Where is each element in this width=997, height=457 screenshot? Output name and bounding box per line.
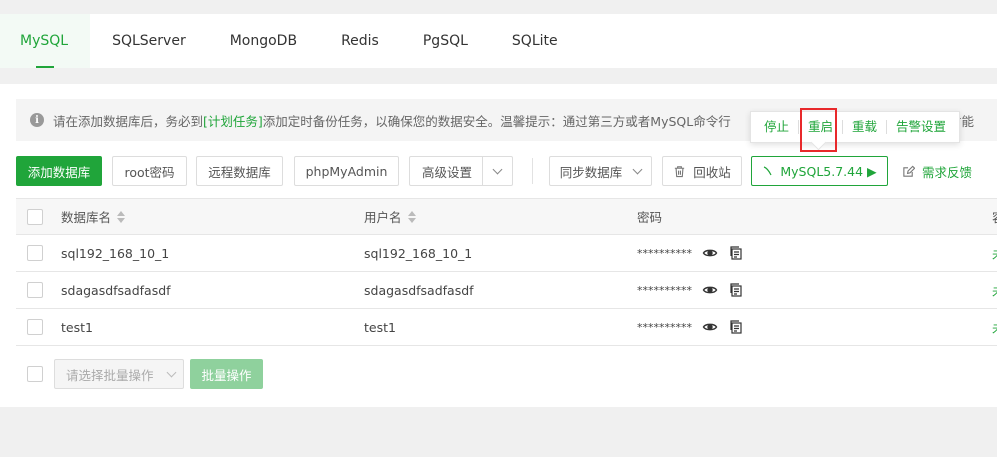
eye-icon[interactable] — [702, 245, 718, 261]
password-cell: ********** — [637, 235, 754, 271]
advanced-settings-label: 高级设置 — [422, 164, 473, 180]
column-user-name-label: 用户名 — [364, 210, 402, 225]
remote-database-button[interactable]: 远程数据库 — [196, 156, 283, 186]
column-password: 密码 — [637, 210, 663, 225]
mysql-version-button[interactable]: MySQL5.7.44 ▶ — [751, 156, 888, 186]
column-db-name-label: 数据库名 — [61, 210, 112, 225]
batch-operations: 请选择批量操作 批量操作 — [16, 359, 416, 389]
row-checkbox[interactable] — [27, 235, 43, 271]
batch-operation-placeholder: 请选择批量操作 — [66, 367, 154, 383]
mysql-service-popover: 停止 重启 重载 告警设置 — [750, 111, 961, 143]
sort-icon[interactable] — [407, 210, 416, 223]
add-database-button[interactable]: 添加数据库 — [16, 156, 102, 186]
table-header: 数据库名 用户名 密码 容 — [16, 199, 997, 235]
tab-redis[interactable]: Redis — [319, 14, 401, 68]
batch-operation-button[interactable]: 批量操作 — [190, 359, 263, 389]
table-row: sql192_168_10_1 sql192_168_10_1 ********… — [16, 235, 997, 272]
password-mask: ********** — [637, 320, 692, 334]
select-all-checkbox[interactable] — [27, 199, 43, 234]
table-row: sdagasdfsadfasdf sdagasdfsadfasdf ******… — [16, 272, 997, 309]
column-user-name[interactable]: 用户名 — [364, 199, 416, 234]
chevron-down-icon — [159, 360, 183, 388]
advanced-settings-dropdown[interactable]: 高级设置 — [409, 156, 513, 186]
extra-cell[interactable]: 未 — [992, 309, 997, 345]
batch-operation-select[interactable]: 请选择批量操作 — [54, 359, 184, 389]
user-name-cell: test1 — [364, 319, 396, 335]
row-checkbox[interactable] — [27, 309, 43, 345]
mysql-version-label: MySQL5.7.44 ▶ — [780, 163, 877, 179]
password-cell: ********** — [637, 272, 754, 308]
column-extra: 容 — [992, 199, 997, 234]
password-mask: ********** — [637, 283, 692, 297]
notice-text-after: 添加定时备份任务，以确保您的数据安全。温馨提示：通过第三方或者MySQL命令行 — [262, 113, 731, 129]
copy-icon[interactable] — [728, 319, 744, 335]
toolbar: 添加数据库 root密码 远程数据库 phpMyAdmin 高级设置 同步数据库… — [16, 156, 997, 186]
recycle-bin-label: 回收站 — [693, 164, 731, 180]
sync-database-dropdown[interactable]: 同步数据库 — [549, 156, 652, 186]
restart-button[interactable]: 重启 — [799, 119, 842, 135]
chevron-down-icon — [632, 164, 643, 174]
db-name-cell: sdagasdfsadfasdf — [61, 282, 171, 298]
tab-mysql[interactable]: MySQL — [0, 14, 91, 68]
feedback-link[interactable]: 需求反馈 — [902, 156, 972, 186]
extra-cell[interactable]: 未 — [992, 235, 997, 271]
recycle-bin-button[interactable]: 回收站 — [662, 156, 742, 186]
stop-button[interactable]: 停止 — [755, 119, 798, 135]
phpmyadmin-button[interactable]: phpMyAdmin — [294, 156, 399, 186]
root-password-button[interactable]: root密码 — [112, 156, 187, 186]
password-mask: ********** — [637, 246, 692, 260]
column-db-name[interactable]: 数据库名 — [61, 199, 126, 234]
table-row: test1 test1 ********** 未 — [16, 309, 997, 346]
eye-icon[interactable] — [702, 282, 718, 298]
trash-icon — [675, 165, 685, 177]
db-name-cell: test1 — [61, 319, 93, 335]
copy-icon[interactable] — [728, 245, 744, 261]
db-type-tabs: MySQL SQLServer MongoDB Redis PgSQL SQLi… — [0, 14, 997, 68]
database-table: 数据库名 用户名 密码 容 sql192_168_10_1 sql192_168… — [16, 198, 997, 346]
tab-sqlite[interactable]: SQLite — [490, 14, 580, 68]
user-name-cell: sql192_168_10_1 — [364, 245, 473, 261]
tab-sqlserver[interactable]: SQLServer — [90, 14, 208, 68]
feedback-label: 需求反馈 — [922, 164, 973, 180]
chevron-down-icon[interactable] — [482, 157, 512, 185]
db-name-cell: sql192_168_10_1 — [61, 245, 170, 261]
copy-icon[interactable] — [728, 282, 744, 298]
edit-icon — [903, 165, 915, 177]
sort-icon[interactable] — [117, 210, 126, 223]
user-name-cell: sdagasdfsadfasdf — [364, 282, 474, 298]
alert-settings-button[interactable]: 告警设置 — [887, 119, 955, 135]
password-cell: ********** — [637, 309, 754, 345]
row-checkbox[interactable] — [27, 272, 43, 308]
mysql-icon — [764, 166, 772, 176]
extra-cell[interactable]: 未 — [992, 272, 997, 308]
sync-database-label: 同步数据库 — [559, 164, 623, 180]
notice-text-before: 请在添加数据库后，务必到 — [53, 113, 204, 129]
batch-select-all-checkbox[interactable] — [27, 366, 43, 386]
toolbar-divider — [532, 158, 533, 184]
tab-pgsql[interactable]: PgSQL — [401, 14, 490, 68]
info-icon: i — [30, 113, 44, 127]
reload-button[interactable]: 重载 — [843, 119, 886, 135]
tab-mongodb[interactable]: MongoDB — [208, 14, 319, 68]
cron-task-link[interactable]: [计划任务] — [203, 111, 263, 130]
eye-icon[interactable] — [702, 319, 718, 335]
